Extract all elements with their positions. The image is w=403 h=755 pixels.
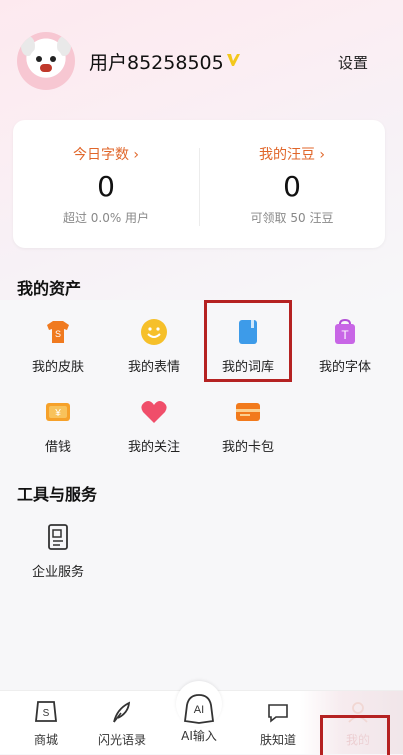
tools-section-title: 工具与服务: [17, 485, 98, 504]
nav-quotes[interactable]: 闪光语录: [82, 699, 162, 748]
asset-follow[interactable]: 我的关注: [108, 398, 200, 455]
settings-button[interactable]: 设置: [338, 52, 368, 73]
bottom-nav: S 商城 闪光语录 AI AI输入 肤知道 我的: [0, 681, 403, 755]
today-words-sub: 超过 0.0% 用户: [62, 211, 150, 225]
chat-icon: [265, 699, 291, 725]
assets-section-title: 我的资产: [17, 279, 82, 298]
avatar-eye-left: [36, 56, 42, 62]
asset-font[interactable]: T 我的字体: [299, 318, 391, 375]
nav-label: AI输入: [181, 729, 217, 743]
svg-text:T: T: [341, 328, 349, 342]
asset-label: 我的皮肤: [31, 360, 84, 375]
today-words-stat[interactable]: 今日字数 › 0 超过 0.0% 用户: [13, 144, 199, 226]
nav-store[interactable]: S 商城: [6, 699, 86, 748]
today-words-value: 0: [97, 170, 115, 203]
asset-label: 我的字体: [318, 360, 371, 375]
wang-beans-value: 0: [283, 170, 301, 203]
asset-label: 借钱: [44, 440, 71, 455]
svg-text:S: S: [43, 708, 50, 719]
font-bag-icon: T: [331, 318, 359, 346]
tool-label: 企业服务: [31, 565, 84, 580]
asset-skin[interactable]: S 我的皮肤: [12, 318, 104, 375]
feather-icon: [109, 699, 135, 725]
asset-label: 我的关注: [127, 440, 180, 455]
shirt-icon: S: [44, 318, 72, 346]
wang-beans-sub: 可领取 50 汪豆: [250, 211, 334, 225]
avatar-eye-right: [50, 56, 56, 62]
wang-beans-title: 我的汪豆 ›: [258, 147, 326, 163]
svg-text:AI: AI: [194, 704, 204, 716]
nav-label: 商城: [33, 733, 58, 747]
wallet-icon: [234, 398, 262, 426]
nav-label: 闪光语录: [97, 733, 146, 747]
wang-beans-stat[interactable]: 我的汪豆 › 0 可领取 50 汪豆: [199, 144, 385, 226]
mine-highlight-box: [320, 715, 390, 755]
today-words-title: 今日字数 ›: [72, 147, 140, 163]
store-icon: S: [33, 699, 59, 725]
yen-icon: ¥: [44, 398, 72, 426]
nav-ai-input[interactable]: AI AI输入: [159, 693, 239, 744]
asset-label: 我的表情: [127, 360, 180, 375]
heart-icon: [140, 398, 168, 426]
stats-card: 今日字数 › 0 超过 0.0% 用户 我的汪豆 › 0 可领取 50 汪豆: [13, 120, 385, 248]
asset-emoji[interactable]: 我的表情: [108, 318, 200, 375]
document-icon: [44, 523, 72, 551]
lexicon-highlight-box: [204, 300, 292, 382]
smile-icon: [140, 318, 168, 346]
asset-loan[interactable]: ¥ 借钱: [12, 398, 104, 455]
asset-label: 我的卡包: [221, 440, 274, 455]
svg-text:¥: ¥: [54, 408, 61, 419]
avatar[interactable]: [17, 32, 75, 90]
vip-badge-icon[interactable]: [225, 52, 241, 68]
svg-text:S: S: [55, 329, 61, 339]
tool-enterprise-service[interactable]: 企业服务: [12, 523, 104, 580]
asset-card-wallet[interactable]: 我的卡包: [202, 398, 294, 455]
avatar-face: [29, 46, 63, 76]
username: 用户85258505: [89, 52, 224, 74]
avatar-snout: [40, 64, 52, 72]
ai-icon: AI: [183, 693, 215, 725]
